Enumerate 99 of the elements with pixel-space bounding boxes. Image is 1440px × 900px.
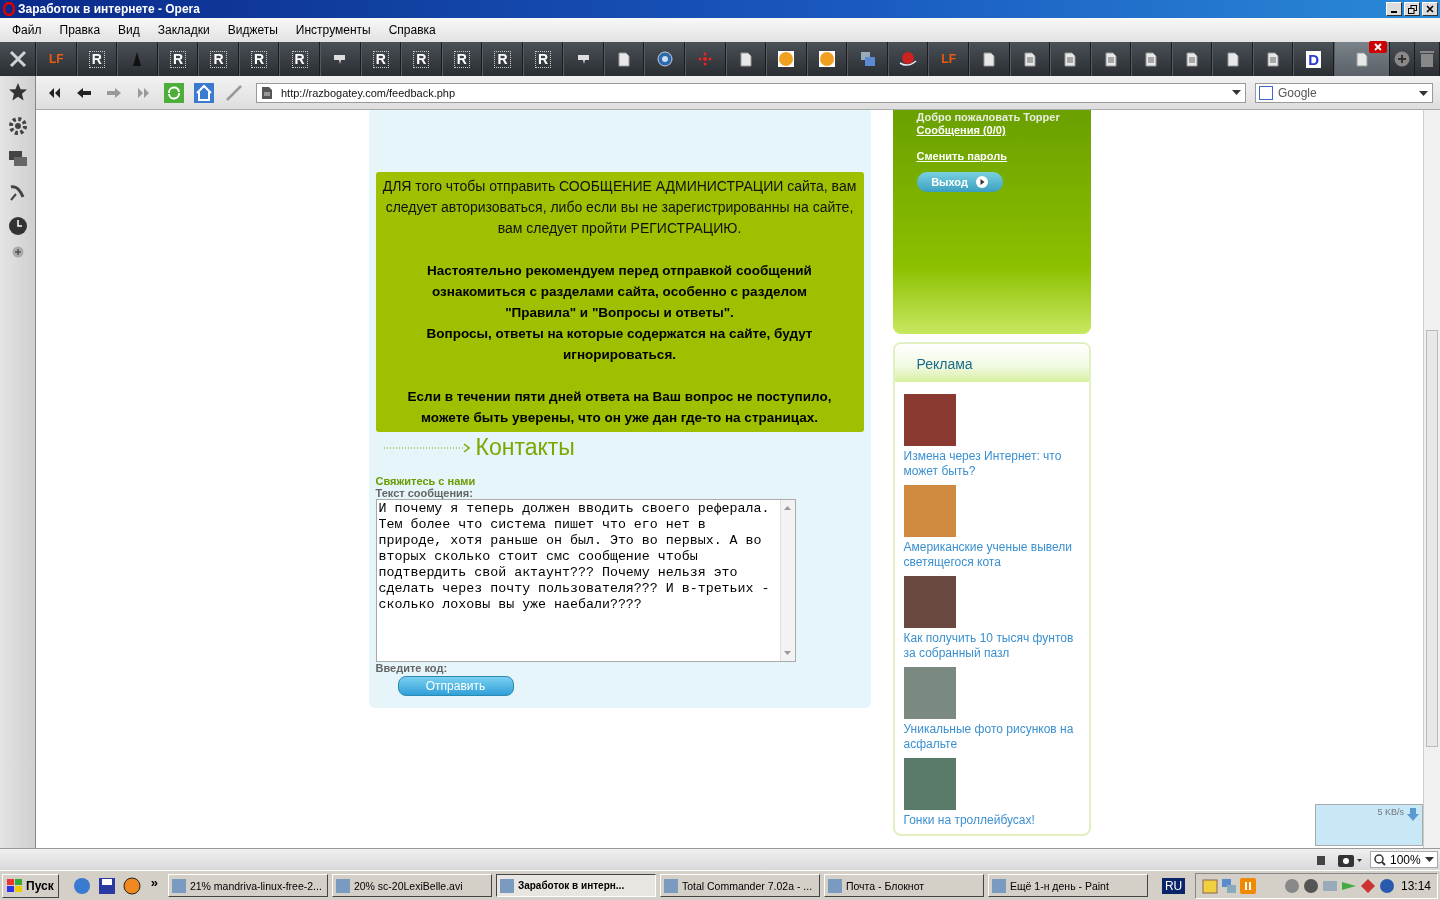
camera-icon[interactable]	[1338, 852, 1362, 867]
dots-icon	[697, 51, 714, 67]
document-icon	[618, 51, 631, 67]
tray-app-icon[interactable]	[1360, 877, 1377, 894]
tray-app-icon[interactable]	[1379, 877, 1396, 894]
tray-app-icon[interactable]	[1303, 877, 1320, 894]
app-icon	[663, 878, 678, 893]
close-icon	[1426, 5, 1434, 13]
app-icon	[827, 878, 842, 893]
ad-link[interactable]: Как получить 10 тысяч фунтов за собранный пазл	[903, 631, 1082, 661]
search-field[interactable]: Google	[1255, 82, 1433, 103]
section-subheading: Свяжитесь с нами	[375, 475, 477, 487]
browser-logo-icon	[3, 2, 15, 16]
document-icon	[1267, 51, 1280, 67]
ad-link[interactable]: Гонки на троллейбусах!	[903, 813, 1082, 828]
app-icon	[335, 878, 350, 893]
taskbar-button[interactable]: 20% sc-20LexiBelle.avi	[331, 874, 492, 897]
scroll-down-icon[interactable]	[784, 651, 791, 655]
clock: 13:14	[1400, 878, 1431, 893]
app-icon	[499, 878, 514, 893]
puzzle-piece-icon	[333, 53, 348, 65]
chat-icon[interactable]	[7, 150, 28, 168]
taskbar-button[interactable]: 21% mandriva-linux-free-2...	[167, 874, 328, 897]
more-button[interactable]: »	[150, 875, 158, 890]
document-icon	[1186, 51, 1199, 67]
circle-icon	[778, 51, 795, 67]
circle-icon	[656, 51, 673, 67]
globe-icon	[899, 51, 918, 67]
close-icon[interactable]	[1369, 41, 1387, 53]
menu-item[interactable]: Правка	[59, 23, 101, 37]
restore-icon	[1407, 4, 1417, 14]
language-indicator[interactable]: RU	[1161, 877, 1186, 894]
section-heading: Контакты	[475, 434, 575, 461]
photo-placeholder	[903, 758, 956, 810]
taskbar-button[interactable]: Заработок в интерн...	[495, 874, 656, 897]
ad-heading: Реклама	[894, 344, 1089, 382]
welcome-text: Добро пожаловать Topper	[916, 111, 1060, 123]
photo-placeholder	[903, 667, 956, 719]
document-icon	[739, 51, 752, 67]
field-label: Текст сообщения:	[375, 487, 474, 499]
field-label: Введите код:	[375, 662, 449, 674]
ad-link[interactable]: Американские ученые вывели светящегося кота	[903, 540, 1082, 570]
windows-icon	[859, 51, 876, 67]
notice-text: Вопросы, ответы на которые содержатся на сайте, будут игнорироваться.	[425, 325, 814, 364]
play-icon	[975, 176, 988, 188]
scrollbar[interactable]	[1423, 110, 1440, 848]
app-icon[interactable]	[122, 876, 141, 895]
notice-text: Настоятельно рекомендуем перед отправкой сообщений ознакомиться с разделами сайта, особенно с разделом "Правила" и "Вопросы и ответы".	[426, 262, 813, 322]
search-engine-icon	[1259, 85, 1273, 100]
windows-logo-icon	[7, 878, 23, 893]
bookmarks-star-icon[interactable]	[7, 82, 28, 102]
add-panel-icon[interactable]	[11, 246, 24, 258]
clock-icon[interactable]	[7, 216, 28, 236]
scroll-up-icon[interactable]	[784, 506, 791, 510]
document-icon	[1356, 51, 1368, 67]
menu-item[interactable]: Справка	[388, 23, 436, 37]
restore-button[interactable]	[1404, 2, 1420, 16]
figure-icon	[131, 51, 144, 67]
notice-text: Если в течении пяти дней ответа на Ваш вопрос не поступило, можете быть уверены, что он уже дан где-то на страницах.	[406, 388, 833, 427]
transfer-speed: 5 KB/s	[1377, 807, 1404, 817]
ad-link[interactable]: Измена через Интернет: что может быть?	[903, 449, 1082, 479]
document-icon	[1023, 51, 1036, 67]
document-icon	[983, 51, 996, 67]
notice-text: ДЛЯ того чтобы отправить СООБЩЕНИЕ АДМИНИСТРАЦИИ сайта, вам следует авторизоваться, либо если вы не зарегистрированны на сайте, вам следует пройти РЕГИСТРАЦИЮ.	[381, 177, 858, 238]
document-icon	[1064, 51, 1077, 67]
settings-icon[interactable]	[7, 116, 28, 136]
start-button[interactable]: Пуск	[2, 873, 59, 898]
document-icon	[1226, 51, 1239, 67]
document-icon	[1104, 51, 1117, 67]
menu-item[interactable]: Файл	[12, 23, 42, 37]
ad-link[interactable]: Уникальные фото рисунков на асфальте	[903, 722, 1082, 752]
document-icon	[1145, 51, 1158, 67]
taskbar-button[interactable]: Почта - Блокнот	[823, 874, 984, 897]
zoom-control[interactable]: 100%	[1370, 851, 1438, 868]
dropdown-icon	[1424, 857, 1434, 862]
puzzle-piece-icon	[576, 53, 591, 65]
dotted-arrow-icon	[383, 442, 470, 453]
circle-icon	[818, 51, 835, 67]
menu-item[interactable]: Инструменты	[295, 23, 371, 37]
menu-item[interactable]: Виджеты	[227, 23, 278, 37]
dropdown-icon[interactable]	[1419, 90, 1428, 96]
taskbar-button[interactable]: Total Commander 7.02a - ...	[659, 874, 820, 897]
dropdown-icon[interactable]	[1232, 90, 1241, 95]
photo-placeholder	[903, 394, 956, 446]
app-icon	[171, 878, 186, 893]
menu-item[interactable]: Вид	[118, 23, 140, 37]
photo-placeholder	[903, 576, 956, 628]
page-icon	[261, 85, 273, 100]
close-button[interactable]	[1422, 2, 1438, 16]
photo-placeholder	[903, 485, 956, 537]
app-icon	[991, 878, 1006, 893]
browser-icon[interactable]	[72, 876, 91, 895]
window-title: Заработок в интернете - Opera	[18, 2, 200, 16]
search-icon	[1374, 853, 1386, 866]
taskbar-button[interactable]: Ещё 1-н день - Paint	[987, 874, 1148, 897]
address-field[interactable]: http://razbogatey.com/feedback.php	[256, 82, 1246, 103]
menu-item[interactable]: Закладки	[157, 23, 210, 37]
minimize-button[interactable]	[1386, 2, 1402, 16]
message-field[interactable]: И почему я теперь должен вводить своего реферала. Тем более что система пишет что его нет в природе, хотя раньше он был. Это во первых. А во вторых сколько стоит смс сообщение чтобы подтвердить свой актаунт??? Почему нельзя это сделать через почту пользователя??? И в-третьих - сколько лоховы вы уже наебали????	[375, 499, 796, 662]
